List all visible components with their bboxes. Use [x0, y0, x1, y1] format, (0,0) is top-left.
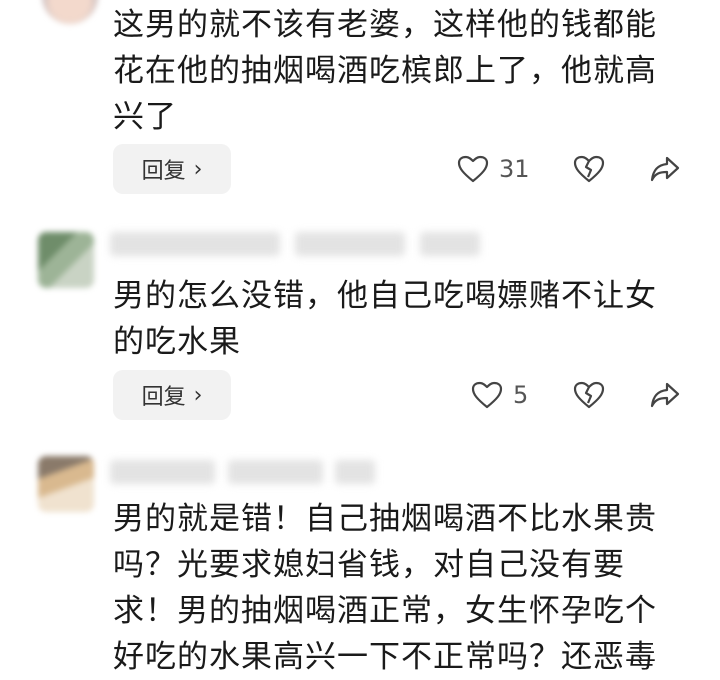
user-meta	[335, 460, 375, 484]
comment-text: 这男的就不该有老婆，这样他的钱都能 花在他的抽烟喝酒吃槟郎上了，他就高 兴了	[113, 2, 693, 140]
like-count: 5	[513, 381, 529, 409]
reply-label: 回复	[141, 159, 186, 184]
comment-text-line: 兴了	[113, 99, 177, 135]
reply-label: 回复	[141, 385, 186, 410]
avatar[interactable]	[42, 0, 98, 24]
comment-actions: 31	[455, 144, 695, 194]
chevron-right-icon: ›	[193, 382, 203, 408]
avatar[interactable]	[38, 232, 94, 288]
user-meta	[295, 232, 405, 256]
comment-text-line: 男的就是错！自己抽烟喝酒不比水果贵	[113, 501, 657, 537]
chevron-right-icon: ›	[193, 156, 203, 182]
comment-text-line: 花在他的抽烟喝酒吃槟郎上了，他就高	[113, 53, 657, 89]
broken-heart-icon[interactable]	[573, 155, 605, 183]
username[interactable]	[110, 232, 280, 256]
comment-text-line: 男的怎么没错，他自己吃喝嫖赌不让女	[113, 278, 657, 314]
comment-text-line: 的吃水果	[113, 324, 241, 360]
share-arrow-icon[interactable]	[649, 155, 681, 183]
reply-button[interactable]: 回复 ›	[113, 144, 231, 194]
heart-outline-icon[interactable]	[457, 155, 489, 183]
user-meta	[228, 460, 323, 484]
user-meta	[420, 232, 480, 256]
reply-button[interactable]: 回复 ›	[113, 370, 231, 420]
comment-text-line: 求！男的抽烟喝酒正常，女生怀孕吃个	[113, 593, 657, 629]
comment-text-line: 吗？光要求媳妇省钱，对自己没有要	[113, 547, 625, 583]
like-count: 31	[499, 155, 530, 183]
comment-text-line: 好吃的水果高兴一下不正常吗？还恶毒	[113, 639, 657, 675]
username[interactable]	[110, 460, 215, 484]
comment-text: 男的怎么没错，他自己吃喝嫖赌不让女 的吃水果	[113, 273, 693, 365]
broken-heart-icon[interactable]	[573, 381, 605, 409]
comment-text: 男的就是错！自己抽烟喝酒不比水果贵 吗？光要求媳妇省钱，对自己没有要 求！男的抽…	[113, 496, 693, 680]
comment-text-line: 这男的就不该有老婆，这样他的钱都能	[113, 7, 657, 43]
share-arrow-icon[interactable]	[649, 381, 681, 409]
avatar[interactable]	[38, 456, 94, 512]
comment-actions: 5	[455, 370, 695, 420]
heart-outline-icon[interactable]	[471, 381, 503, 409]
